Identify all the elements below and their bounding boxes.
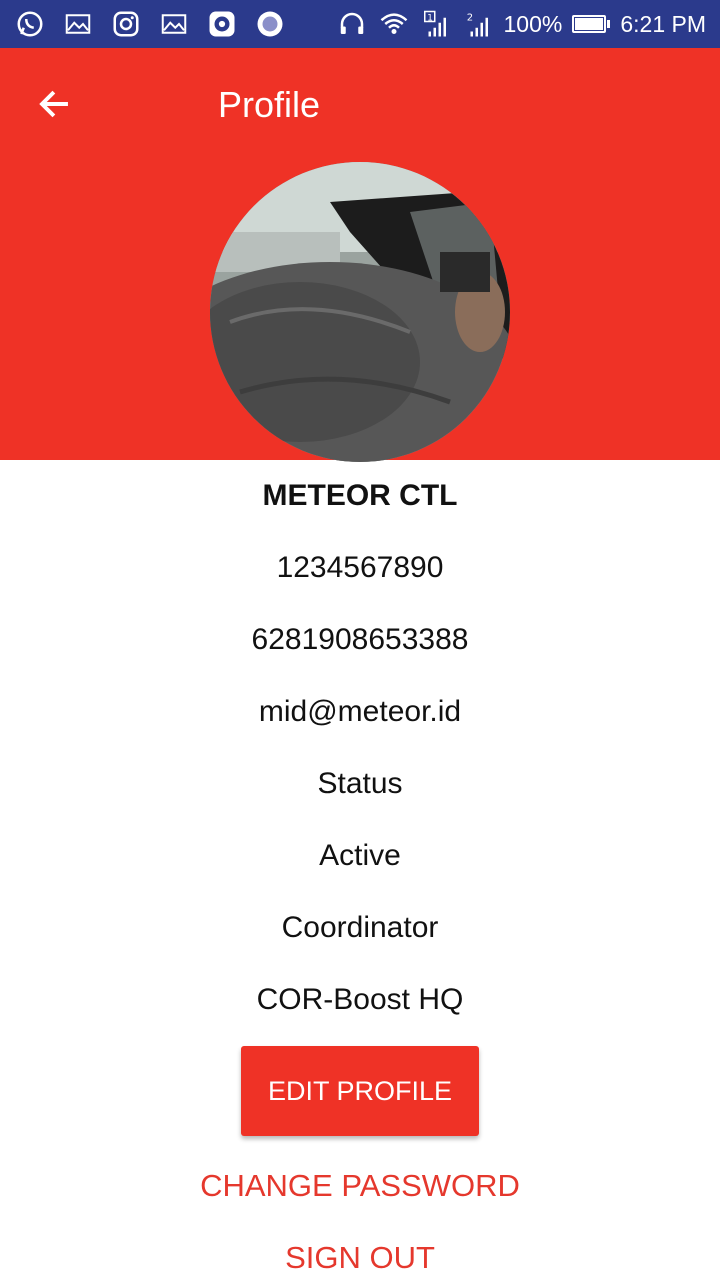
profile-role: Coordinator	[281, 911, 439, 944]
back-button[interactable]	[28, 78, 80, 130]
whatsapp-icon	[14, 8, 46, 40]
headset-icon	[336, 8, 368, 40]
battery-percent: 100%	[503, 10, 563, 37]
signal-icon: 2	[462, 8, 494, 40]
battery-icon	[572, 15, 611, 33]
avatar[interactable]	[210, 162, 510, 462]
change-password-button[interactable]: CHANGE PASSWORD	[0, 1168, 720, 1204]
arrow-left-icon	[39, 90, 68, 118]
profile-email: mid@meteor.id	[258, 695, 462, 728]
edit-profile-button[interactable]: EDIT PROFILE	[241, 1046, 479, 1136]
sim1-label: 1	[427, 13, 433, 23]
status-bar: 1 2 100% 6:21 PM	[0, 0, 720, 48]
profile-name: METEOR CTL	[262, 479, 458, 512]
status-value: Active	[319, 839, 401, 872]
sign-out-button[interactable]: SIGN OUT	[0, 1240, 720, 1276]
gallery-icon	[158, 8, 190, 40]
signal-icon: 1	[420, 8, 452, 40]
profile-phone: 6281908653388	[251, 623, 469, 656]
sim2-label: 2	[466, 12, 472, 23]
music-icon	[206, 8, 238, 40]
profile-info: METEOR CTL 1234567890 6281908653388 mid@…	[0, 460, 720, 1036]
status-label: Status	[317, 767, 403, 800]
record-icon	[254, 8, 286, 40]
avatar-photo	[210, 162, 510, 462]
gallery-icon	[62, 8, 94, 40]
clock: 6:21 PM	[620, 10, 706, 37]
profile-header: Profile	[0, 48, 720, 462]
wifi-icon	[378, 8, 410, 40]
profile-id: 1234567890	[276, 551, 444, 584]
page-title: Profile	[218, 84, 321, 125]
instagram-icon	[110, 8, 142, 40]
profile-office: COR-Boost HQ	[256, 983, 464, 1016]
